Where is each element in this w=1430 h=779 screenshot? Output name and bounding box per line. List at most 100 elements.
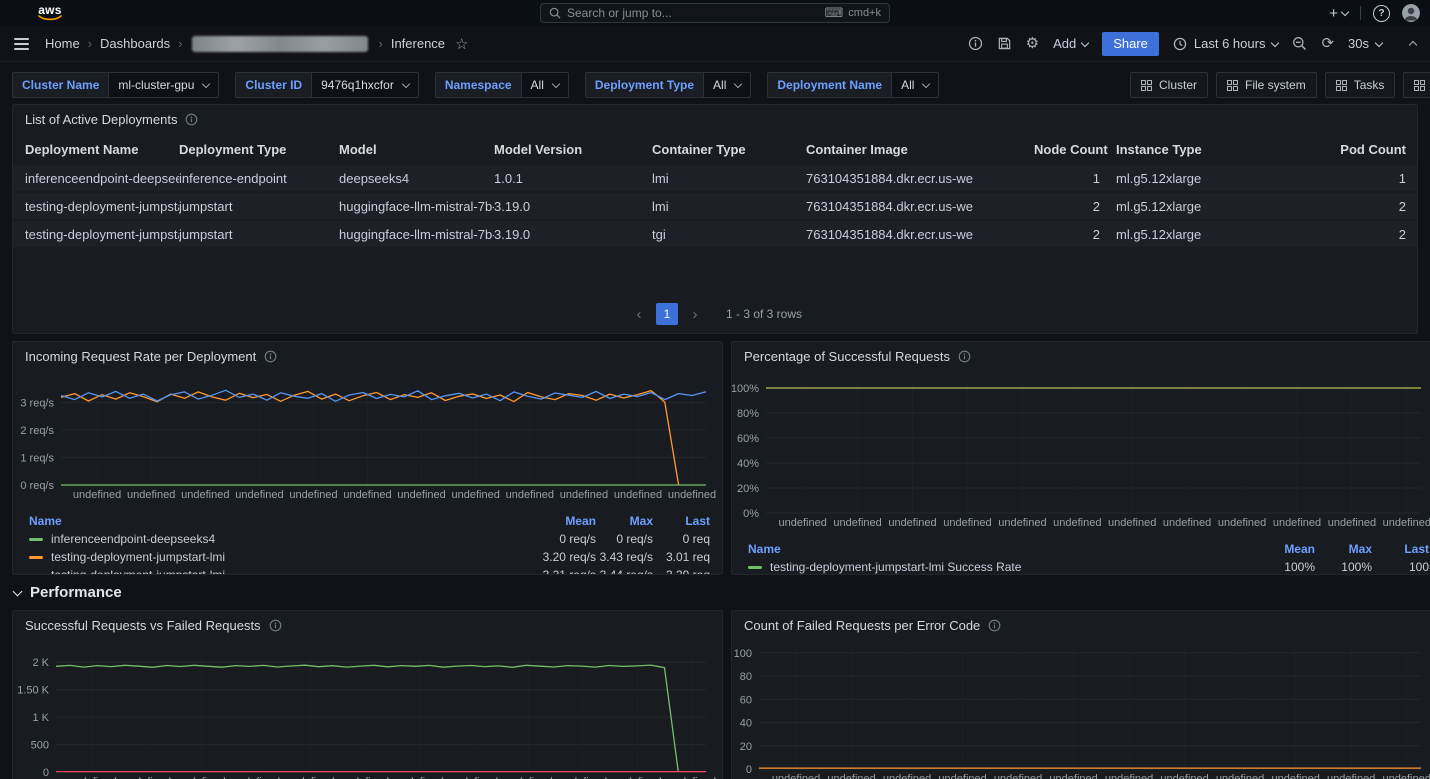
- table-row: testing-deployment-jumpsta jumpstart hug…: [13, 219, 1417, 247]
- quick-link-tasks[interactable]: Tasks: [1325, 72, 1396, 98]
- legend-header-max[interactable]: Max: [1315, 542, 1372, 556]
- svg-text:undefined: undefined: [1273, 517, 1321, 529]
- quick-link-training[interactable]: Training: [1403, 72, 1430, 98]
- refresh-interval-dropdown[interactable]: 30s: [1348, 36, 1382, 51]
- quick-link-file-system[interactable]: File system: [1216, 72, 1317, 98]
- legend-header-max[interactable]: Max: [596, 514, 653, 528]
- svg-text:1.50 K: 1.50 K: [17, 685, 49, 697]
- search-placeholder: Search or jump to...: [567, 6, 672, 20]
- breadcrumb-current[interactable]: Inference: [391, 36, 445, 51]
- page-next-button[interactable]: ›: [684, 303, 706, 325]
- legend-header-name[interactable]: Name: [29, 514, 476, 528]
- legend-header: Name Mean Max Last: [732, 540, 1429, 558]
- legend-header-mean[interactable]: Mean: [1195, 542, 1315, 556]
- time-series-chart[interactable]: 3 req/s2 req/s1 req/s0 req/sundefinedund…: [13, 370, 723, 510]
- legend-header-mean[interactable]: Mean: [476, 514, 596, 528]
- filter-deployment-type: Deployment Type All: [585, 72, 751, 98]
- svg-text:undefined: undefined: [772, 773, 820, 779]
- svg-text:undefined: undefined: [998, 517, 1046, 529]
- svg-text:100%: 100%: [732, 383, 759, 395]
- aws-logo[interactable]: aws: [38, 5, 62, 21]
- legend-series-name[interactable]: testing-deployment-jumpstart-lmi Success…: [770, 560, 1195, 574]
- svg-text:3 req/s: 3 req/s: [20, 397, 54, 409]
- column-header[interactable]: Deployment Type: [179, 142, 339, 157]
- legend-row: testing-deployment-jumpstart-lmi Success…: [732, 558, 1429, 575]
- legend-header-name[interactable]: Name: [748, 542, 1195, 556]
- filter-label: Deployment Name: [767, 72, 891, 98]
- user-avatar[interactable]: [1402, 4, 1420, 22]
- svg-text:undefined: undefined: [1327, 773, 1375, 779]
- help-icon[interactable]: ?: [1373, 5, 1390, 22]
- filter-value-dropdown[interactable]: All: [703, 72, 751, 98]
- column-header[interactable]: Instance Type: [1110, 142, 1278, 157]
- svg-text:undefined: undefined: [343, 489, 391, 501]
- menu-icon[interactable]: [14, 38, 29, 50]
- time-series-chart[interactable]: 100806040200undefinedundefinedundefinedu…: [732, 639, 1430, 779]
- filter-value-dropdown[interactable]: ml-cluster-gpu: [108, 72, 219, 98]
- svg-text:undefined: undefined: [779, 517, 827, 529]
- svg-text:100: 100: [734, 648, 752, 660]
- svg-text:undefined: undefined: [1053, 517, 1101, 529]
- time-series-chart[interactable]: 100%80%60%40%20%0%undefinedundefinedunde…: [732, 370, 1430, 538]
- chevron-down-icon: [402, 80, 410, 88]
- svg-text:undefined: undefined: [452, 489, 500, 501]
- svg-text:1 K: 1 K: [32, 712, 49, 724]
- panel-title: Count of Failed Requests per Error Code: [744, 618, 980, 633]
- quick-links: Cluster File system Tasks Training: [1130, 72, 1430, 98]
- time-series-chart[interactable]: 2 K1.50 K1 K5000undefinedundefinedundefi…: [13, 639, 723, 779]
- legend-series-name[interactable]: testing-deployment-jumpstart-lmi: [51, 550, 476, 564]
- refresh-icon[interactable]: ⟳: [1321, 36, 1334, 51]
- info-icon[interactable]: [988, 619, 1001, 632]
- filter-label: Cluster Name: [12, 72, 108, 98]
- share-button[interactable]: Share: [1102, 32, 1159, 56]
- filter-value-dropdown[interactable]: 9476q1hxcfor: [311, 72, 419, 98]
- add-menu-button[interactable]: +: [1329, 5, 1348, 22]
- column-header[interactable]: Node Count: [1034, 142, 1110, 157]
- svg-text:undefined: undefined: [883, 773, 931, 779]
- column-header[interactable]: Model: [339, 142, 494, 157]
- favorite-star-icon[interactable]: ☆: [455, 35, 468, 53]
- filter-value-dropdown[interactable]: All: [891, 72, 939, 98]
- quick-link-cluster[interactable]: Cluster: [1130, 72, 1208, 98]
- save-icon[interactable]: [997, 36, 1012, 51]
- grid-icon: [1414, 80, 1425, 91]
- legend-header: Name Mean Max Last: [13, 512, 710, 530]
- breadcrumb-redacted-folder[interactable]: [192, 36, 368, 52]
- page-prev-button[interactable]: ‹: [628, 303, 650, 325]
- info-icon[interactable]: [269, 619, 282, 632]
- panel-percentage-successful: Percentage of Successful Requests 100%80…: [731, 341, 1430, 575]
- svg-text:undefined: undefined: [1383, 517, 1430, 529]
- breadcrumb-home[interactable]: Home: [45, 36, 80, 51]
- column-header[interactable]: Container Image: [806, 142, 1034, 157]
- panel-incoming-request-rate: Incoming Request Rate per Deployment 3 r…: [12, 341, 723, 575]
- filter-value-dropdown[interactable]: All: [521, 72, 569, 98]
- column-header[interactable]: Deployment Name: [25, 142, 179, 157]
- legend-series-name[interactable]: inferenceendpoint-deepseeks4: [51, 532, 476, 546]
- svg-text:undefined: undefined: [938, 773, 986, 779]
- info-icon[interactable]: [185, 113, 198, 126]
- info-icon[interactable]: [264, 350, 277, 363]
- settings-gear-icon[interactable]: ⚙: [1026, 36, 1039, 51]
- breadcrumb-dashboards[interactable]: Dashboards: [100, 36, 170, 51]
- column-header[interactable]: Container Type: [652, 142, 806, 157]
- dashboard-insights-icon[interactable]: [968, 36, 983, 51]
- time-range-picker[interactable]: Last 6 hours: [1173, 36, 1279, 51]
- svg-text:0 req/s: 0 req/s: [20, 480, 54, 492]
- legend-header-last[interactable]: Last: [653, 514, 710, 528]
- svg-text:80%: 80%: [737, 408, 759, 420]
- search-input[interactable]: Search or jump to... ⌨ cmd+k: [540, 3, 890, 23]
- zoom-out-icon[interactable]: [1292, 36, 1307, 51]
- column-header[interactable]: Pod Count: [1278, 142, 1416, 157]
- svg-text:undefined: undefined: [614, 489, 662, 501]
- chart-legend: Name Mean Max Last inferenceendpoint-dee…: [13, 512, 722, 575]
- section-performance[interactable]: Performance: [14, 584, 122, 601]
- svg-text:undefined: undefined: [1160, 773, 1208, 779]
- add-button[interactable]: Add: [1053, 36, 1088, 51]
- legend-series-name[interactable]: testing-deployment-jumpstart-lmi: [51, 568, 476, 575]
- column-header[interactable]: Model Version: [494, 142, 652, 157]
- info-icon[interactable]: [958, 350, 971, 363]
- legend-header-last[interactable]: Last: [1372, 542, 1429, 556]
- svg-text:2 req/s: 2 req/s: [20, 425, 54, 437]
- collapse-chevron-up-icon[interactable]: [1410, 36, 1416, 51]
- page-number-button[interactable]: 1: [656, 303, 678, 325]
